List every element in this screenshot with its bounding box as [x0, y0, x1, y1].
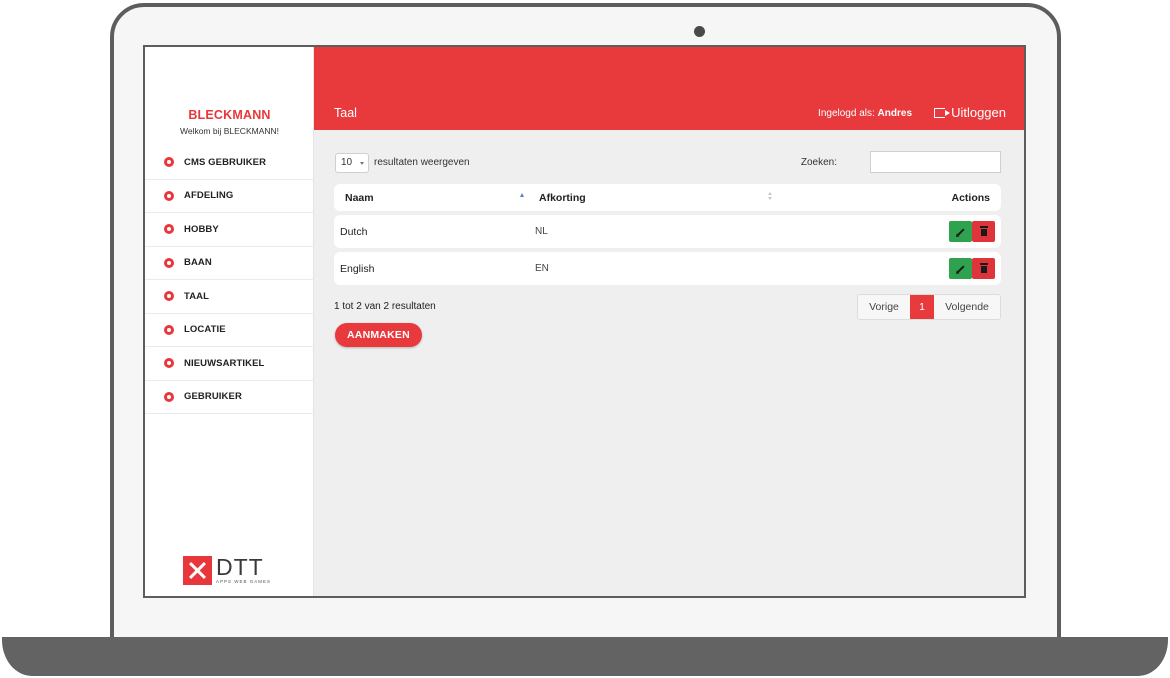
sidebar-item-label: NIEUWSARTIKEL — [184, 357, 265, 369]
dtt-logo-word: DTT — [216, 554, 264, 580]
sidebar-item-locatie[interactable]: LOCATIE — [145, 314, 314, 347]
pagination: Vorige 1 Volgende — [857, 294, 1001, 320]
sidebar-item-gebruiker[interactable]: GEBRUIKER — [145, 381, 314, 414]
cell-naam: English — [340, 263, 375, 275]
logout-button[interactable]: Uitloggen — [934, 105, 1006, 120]
pencil-icon — [956, 227, 965, 236]
sidebar-item-label: TAAL — [184, 290, 210, 302]
sidebar-item-label: BAAN — [184, 257, 212, 269]
create-button[interactable]: AANMAKEN — [335, 323, 422, 347]
pencil-icon — [956, 264, 965, 273]
logged-in-info: Ingelogd als: Andres — [818, 108, 912, 119]
sidebar-item-label: HOBBY — [184, 223, 219, 235]
delete-button[interactable] — [972, 258, 995, 279]
sidebar-item-hobby[interactable]: HOBBY — [145, 213, 314, 247]
camera-icon — [694, 26, 705, 37]
dashboard-icon — [164, 190, 174, 201]
sidebar-item-baan[interactable]: BAAN — [145, 247, 314, 280]
table-toolbar: 10 resultaten weergeven Zoeken: — [334, 151, 1001, 175]
sidebar-item-label: LOCATIE — [184, 324, 226, 336]
column-header-afkorting[interactable]: Afkorting — [539, 192, 586, 204]
table-header: Naam Afkorting Actions — [334, 184, 1001, 211]
sort-icon — [768, 192, 773, 201]
sidebar-item-taal[interactable]: TAAL — [145, 280, 314, 314]
pagination-next[interactable]: Volgende — [934, 295, 1000, 319]
sidebar-item-label: AFDELING — [184, 190, 234, 202]
laptop-base — [2, 637, 1168, 676]
data-table: Naam Afkorting Actions Dutch NL English … — [334, 184, 1001, 285]
main-content: 10 resultaten weergeven Zoeken: Naam Afk… — [334, 151, 1001, 347]
caret-down-icon — [360, 162, 364, 165]
dtt-logo-icon — [183, 556, 212, 585]
dashboard-icon — [164, 391, 174, 402]
table-row: English EN — [334, 252, 1001, 285]
logged-in-user: Andres — [877, 108, 912, 119]
search-label: Zoeken: — [800, 157, 837, 168]
sort-asc-icon — [520, 193, 524, 197]
column-header-actions: Actions — [951, 192, 990, 204]
pagination-page-current[interactable]: 1 — [910, 295, 934, 319]
dtt-logo: DTT APPS WEB GAMES — [183, 556, 271, 585]
edit-button[interactable] — [949, 221, 972, 242]
sidebar-item-label: GEBRUIKER — [184, 391, 242, 403]
trash-icon — [979, 226, 988, 236]
search-input[interactable] — [870, 151, 1001, 173]
brand-name: BLECKMANN — [188, 108, 271, 122]
pagination-previous[interactable]: Vorige — [858, 295, 910, 319]
dtt-logo-tagline: APPS WEB GAMES — [216, 579, 272, 584]
delete-button[interactable] — [972, 221, 995, 242]
welcome-text: Welkom bij BLECKMANN! — [179, 126, 280, 136]
page-length-label: resultaten weergeven — [374, 157, 470, 168]
app-screen: BLECKMANN Welkom bij BLECKMANN! CMS GEBR… — [143, 45, 1026, 598]
dashboard-icon — [164, 224, 174, 235]
edit-button[interactable] — [949, 258, 972, 279]
page-length-select[interactable]: 10 — [335, 153, 369, 173]
sidebar-item-afdeling[interactable]: AFDELING — [145, 180, 314, 213]
logout-icon — [934, 107, 951, 118]
dashboard-icon — [164, 291, 174, 302]
dashboard-icon — [164, 257, 174, 268]
sidebar: BLECKMANN Welkom bij BLECKMANN! CMS GEBR… — [145, 47, 314, 596]
column-header-naam[interactable]: Naam — [345, 192, 374, 204]
table-info: 1 tot 2 van 2 resultaten — [334, 301, 436, 312]
trash-icon — [979, 263, 988, 273]
page-length-value: 10 — [341, 157, 353, 168]
cell-naam: Dutch — [340, 226, 368, 238]
sidebar-item-cms-gebruiker[interactable]: CMS GEBRUIKER — [145, 146, 314, 180]
sidebar-nav: CMS GEBRUIKER AFDELING HOBBY BAAN TAAL L… — [145, 146, 314, 414]
logged-in-prefix: Ingelogd als: — [818, 108, 875, 119]
sidebar-item-nieuwsartikel[interactable]: NIEUWSARTIKEL — [145, 347, 314, 381]
top-header: Taal Ingelogd als: Andres Uitloggen — [314, 47, 1024, 130]
cell-afkorting: EN — [535, 263, 549, 274]
logout-label: Uitloggen — [951, 105, 1006, 120]
sidebar-item-label: CMS GEBRUIKER — [184, 156, 267, 168]
dashboard-icon — [164, 157, 174, 168]
dashboard-icon — [164, 358, 174, 369]
page-title: Taal — [334, 106, 357, 120]
cell-afkorting: NL — [535, 226, 548, 237]
dashboard-icon — [164, 324, 174, 335]
table-row: Dutch NL — [334, 215, 1001, 248]
